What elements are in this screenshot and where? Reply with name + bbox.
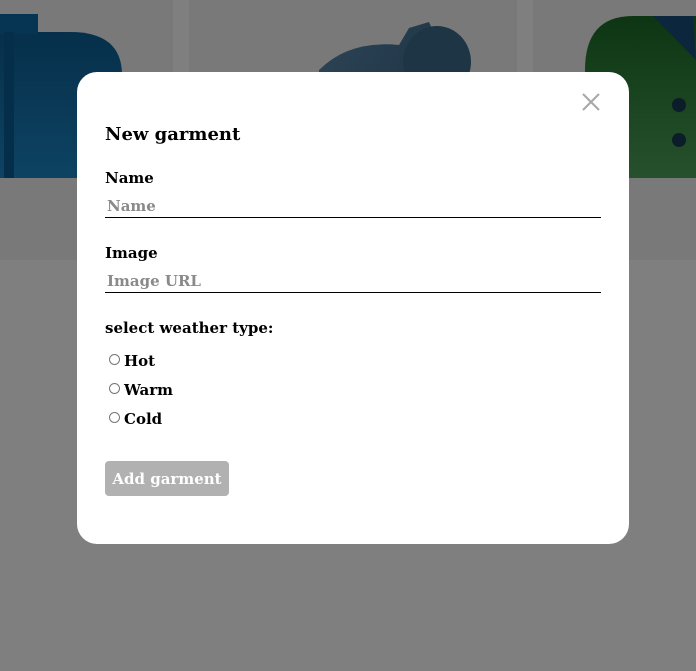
- image-field: Image: [105, 244, 601, 293]
- name-label: Name: [105, 169, 154, 187]
- weather-option-cold[interactable]: Cold: [109, 408, 173, 429]
- weather-radio-group: Hot Warm Cold: [109, 350, 173, 429]
- page: New garment Name Image select weather ty…: [0, 0, 696, 671]
- close-button[interactable]: [581, 92, 601, 112]
- radio-label: Cold: [124, 409, 163, 428]
- image-label: Image: [105, 244, 158, 262]
- radio-label: Hot: [124, 351, 156, 370]
- new-garment-modal: New garment Name Image select weather ty…: [77, 72, 629, 544]
- radio-button[interactable]: [109, 411, 120, 423]
- image-url-input[interactable]: [105, 272, 601, 293]
- weather-type-label: select weather type:: [105, 319, 274, 337]
- radio-label: Warm: [124, 380, 174, 399]
- modal-title: New garment: [105, 124, 241, 145]
- close-icon: [582, 93, 600, 111]
- radio-button[interactable]: [109, 353, 120, 365]
- name-field: Name: [105, 169, 601, 218]
- radio-button[interactable]: [109, 382, 120, 394]
- add-garment-button[interactable]: Add garment: [105, 461, 229, 496]
- weather-option-warm[interactable]: Warm: [109, 379, 173, 400]
- weather-option-hot[interactable]: Hot: [109, 350, 173, 371]
- name-input[interactable]: [105, 197, 601, 218]
